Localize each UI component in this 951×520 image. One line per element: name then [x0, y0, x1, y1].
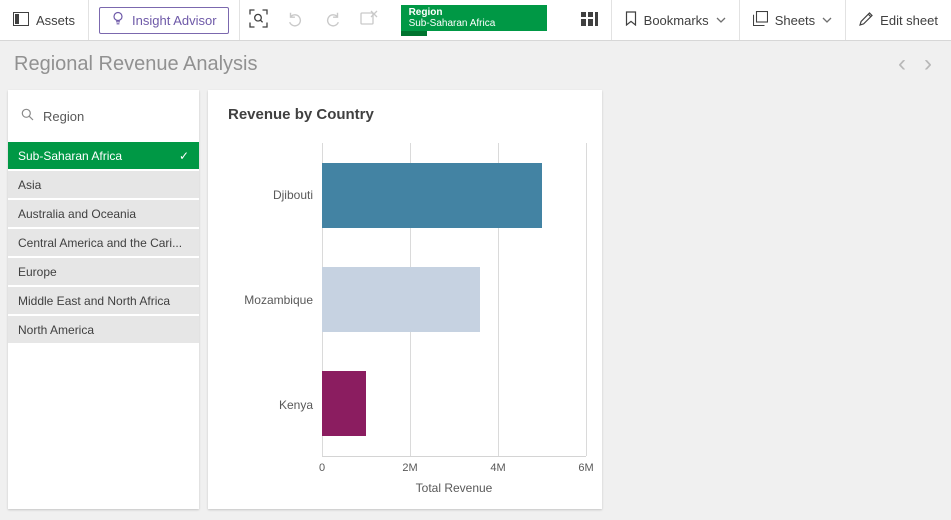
filter-item-label: Australia and Oceania: [18, 207, 136, 221]
filter-item-sub-saharan-africa[interactable]: Sub-Saharan Africa ✓: [8, 142, 199, 169]
x-tick-label: 4M: [490, 462, 505, 474]
assets-button[interactable]: Assets: [0, 0, 88, 40]
chevron-down-icon: [716, 17, 726, 23]
bar-row: [322, 143, 586, 247]
assets-label: Assets: [36, 13, 75, 28]
check-icon: ✓: [179, 149, 189, 163]
x-tick-label: 2M: [402, 462, 417, 474]
smart-search-button[interactable]: [240, 0, 277, 40]
filter-item-middle-east-and-north-africa[interactable]: Middle East and North Africa: [8, 287, 199, 314]
toolbar-right-group: Bookmarks Sheets Edit sheet: [568, 0, 951, 40]
lightbulb-icon: [111, 11, 125, 29]
next-sheet-chevron[interactable]: ›: [915, 52, 941, 76]
filter-item-central-america[interactable]: Central America and the Cari...: [8, 229, 199, 256]
category-label: Mozambique: [220, 248, 322, 353]
plot-area: [322, 143, 586, 457]
filter-item-asia[interactable]: Asia: [8, 171, 199, 198]
bar-chart-plot: DjiboutiMozambiqueKenya: [220, 143, 586, 457]
sheet-content: Region Sub-Saharan Africa ✓ Asia Austral…: [0, 87, 951, 512]
step-forward-icon: [323, 10, 342, 30]
filter-item-label: Europe: [18, 265, 57, 279]
pencil-icon: [859, 12, 873, 29]
step-back-button[interactable]: [277, 0, 314, 40]
bars-layer: [322, 143, 586, 456]
chart-title: Revenue by Country: [228, 106, 586, 123]
filter-item-label: Asia: [18, 178, 41, 192]
grid-icon: [581, 12, 598, 29]
selection-value: Sub-Saharan Africa: [409, 18, 539, 29]
current-selection-chip[interactable]: Region Sub-Saharan Africa: [401, 5, 547, 31]
bookmark-icon: [625, 11, 637, 29]
clear-selections-button[interactable]: [351, 0, 387, 40]
chart-revenue-by-country: Revenue by Country DjiboutiMozambiqueKen…: [208, 90, 602, 509]
bookmarks-button[interactable]: Bookmarks: [612, 0, 739, 40]
gridline: [586, 143, 587, 456]
category-label: Kenya: [220, 352, 322, 457]
top-toolbar: Assets Insight Advisor Region Sub-Sahara…: [0, 0, 951, 41]
bookmarks-label: Bookmarks: [644, 13, 709, 28]
filter-pane-title: Region: [43, 109, 84, 124]
chevron-down-icon: [822, 17, 832, 23]
sheets-button[interactable]: Sheets: [740, 0, 845, 40]
sheets-label: Sheets: [775, 13, 815, 28]
edit-sheet-button[interactable]: Edit sheet: [846, 0, 951, 40]
search-icon: [21, 108, 34, 124]
filter-item-europe[interactable]: Europe: [8, 258, 199, 285]
insight-advisor-button[interactable]: Insight Advisor: [99, 7, 229, 34]
x-axis-title: Total Revenue: [322, 481, 586, 495]
selection-field: Region: [409, 7, 539, 18]
x-tick-label: 0: [319, 462, 325, 474]
filter-item-label: Middle East and North Africa: [18, 294, 170, 308]
x-axis: 02M4M6M: [322, 457, 586, 477]
previous-sheet-chevron[interactable]: ‹: [889, 52, 915, 76]
toolbar-divider: [88, 0, 89, 40]
insight-advisor-label: Insight Advisor: [132, 13, 217, 28]
edit-sheet-label: Edit sheet: [880, 13, 938, 28]
category-label: Djibouti: [220, 143, 322, 248]
filter-item-label: Central America and the Cari...: [18, 236, 182, 250]
selection-indicator-bar: [401, 31, 427, 36]
filter-item-north-america[interactable]: North America: [8, 316, 199, 343]
y-axis-labels: DjiboutiMozambiqueKenya: [220, 143, 322, 457]
sheet-title: Regional Revenue Analysis: [14, 53, 889, 76]
bar-row: [322, 352, 586, 456]
bar-mozambique[interactable]: [322, 267, 480, 332]
filter-item-australia-and-oceania[interactable]: Australia and Oceania: [8, 200, 199, 227]
sheet-header: Regional Revenue Analysis ‹ ›: [0, 41, 951, 87]
assets-panel-icon: [13, 12, 29, 29]
step-forward-button[interactable]: [314, 0, 351, 40]
filter-pane-header[interactable]: Region: [8, 90, 199, 142]
filter-list: Sub-Saharan Africa ✓ Asia Australia and …: [8, 142, 199, 343]
bar-djibouti[interactable]: [322, 163, 542, 228]
x-tick-label: 6M: [578, 462, 593, 474]
clear-selections-icon: [360, 10, 378, 30]
filter-pane-region: Region Sub-Saharan Africa ✓ Asia Austral…: [8, 90, 199, 509]
app-navigation-button[interactable]: [568, 0, 611, 40]
filter-item-label: Sub-Saharan Africa: [18, 149, 122, 163]
bar-row: [322, 247, 586, 351]
search-icon: [249, 9, 268, 31]
bar-kenya[interactable]: [322, 371, 366, 436]
filter-item-label: North America: [18, 323, 94, 337]
step-back-icon: [286, 10, 305, 30]
sheets-icon: [753, 11, 768, 29]
